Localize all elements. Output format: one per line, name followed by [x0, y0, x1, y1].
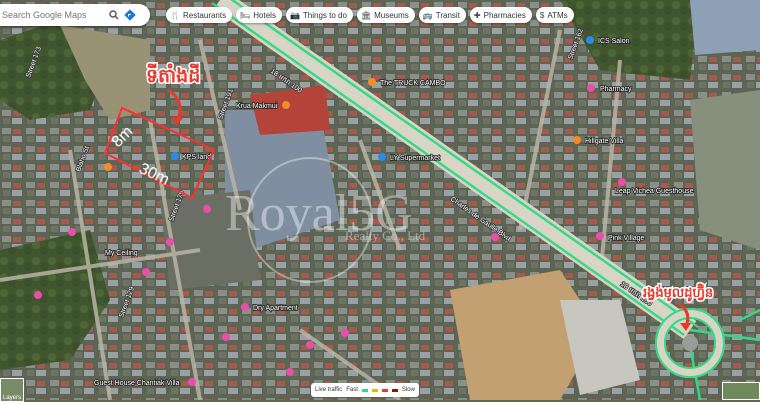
chip-label: Things to do [302, 10, 347, 20]
poi-marker[interactable] [586, 36, 594, 44]
chip-label: Hotels [253, 10, 276, 20]
directions-icon[interactable] [122, 7, 138, 23]
place-label: Dry Apartment [253, 305, 298, 312]
chip-things-to-do[interactable]: 📷 Things to do [285, 7, 353, 23]
place-label: Pharmacy [600, 86, 632, 93]
poi-marker[interactable] [368, 78, 376, 86]
chip-label: Restaurants [182, 10, 227, 20]
poi-marker[interactable] [171, 152, 179, 160]
traffic-label: Live traffic [315, 387, 343, 393]
map-thumbnail[interactable] [722, 382, 760, 400]
camera-icon: 📷 [289, 10, 300, 20]
fork-knife-icon: 🍴 [170, 10, 180, 20]
chip-label: ATMs [547, 10, 568, 20]
bus-icon: 🚌 [422, 10, 433, 20]
traffic-slow-label: Slow [401, 387, 415, 393]
chip-hotels[interactable]: 🛏 Hotels [236, 7, 282, 23]
chip-restaurants[interactable]: 🍴 Restaurants [166, 7, 233, 23]
traffic-bar-red [381, 388, 388, 392]
chip-label: Museums [374, 10, 409, 20]
layers-button[interactable]: Layers [0, 378, 24, 402]
roundabout-label: រង្វង់មូលដូហ្វ៊ិន [643, 283, 713, 302]
chip-museums[interactable]: 🏛 Museums [356, 7, 415, 23]
museum-icon: 🏛 [360, 10, 372, 20]
poi-marker[interactable] [104, 163, 112, 171]
poi-marker[interactable] [68, 228, 76, 236]
search-input[interactable] [0, 10, 106, 20]
chip-label: Transit [435, 10, 460, 20]
chip-atms[interactable]: $ ATMs [535, 7, 574, 23]
atm-icon: $ [539, 10, 545, 20]
poi-marker[interactable] [573, 136, 581, 144]
poi-marker[interactable] [203, 205, 211, 213]
poi-marker[interactable] [596, 232, 604, 240]
place-label: ICS Salon [598, 38, 630, 45]
traffic-bar-yellow [371, 388, 378, 392]
watermark-sub: Realty Co., Ltd [345, 228, 426, 243]
poi-marker[interactable] [286, 368, 294, 376]
poi-marker[interactable] [241, 303, 249, 311]
large-roof [690, 0, 760, 55]
poi-marker[interactable] [188, 378, 196, 386]
open-lot [690, 90, 760, 250]
poi-marker[interactable] [491, 233, 499, 241]
pharmacy-icon: ✚ [473, 10, 481, 20]
traffic-bar-darkred [391, 388, 398, 392]
poi-marker[interactable] [166, 238, 174, 246]
chip-pharmacies[interactable]: ✚ Pharmacies [469, 7, 532, 23]
poi-marker[interactable] [378, 153, 386, 161]
category-chips: 🍴 Restaurants 🛏 Hotels 📷 Things to do 🏛 Muse… [166, 7, 574, 23]
poi-marker[interactable] [306, 341, 314, 349]
traffic-legend[interactable]: Live traffic Fast Slow [311, 383, 419, 397]
poi-marker[interactable] [142, 268, 150, 276]
bed-icon: 🛏 [240, 10, 251, 20]
place-label: KPS land [182, 154, 211, 161]
traffic-fast-label: Fast [346, 387, 358, 393]
traffic-bar-green [361, 388, 368, 392]
chip-label: Pharmacies [483, 10, 526, 20]
poi-marker[interactable] [222, 333, 230, 341]
poi-marker[interactable] [282, 101, 290, 109]
map-search-bar[interactable] [0, 4, 150, 26]
place-label: Krua Makmui [236, 103, 278, 110]
poi-marker[interactable] [341, 329, 349, 337]
search-icon[interactable] [106, 7, 122, 23]
layers-label: Layers [2, 395, 21, 401]
place-label: Hillgate Villa [585, 138, 623, 145]
place-label: LY Supermarket [390, 155, 440, 162]
poi-marker[interactable] [587, 84, 595, 92]
poi-marker[interactable] [34, 291, 42, 299]
poi-marker[interactable] [618, 178, 626, 186]
place-label: Pink Village [608, 235, 645, 242]
place-label: Leap Vichea Guesthouse [615, 188, 694, 195]
place-label: Guest House Chantiak Villa [94, 380, 180, 387]
land-location-label: ទីតាំងដី [146, 63, 200, 87]
place-label: The TRUCK CAMBO [380, 80, 446, 87]
satellite-map[interactable]: 18 មករា 100 Charles de Gaulle Blvd 18 មក… [0, 0, 760, 400]
place-label: My Ceiling [105, 250, 138, 257]
chip-transit[interactable]: 🚌 Transit [418, 7, 466, 23]
